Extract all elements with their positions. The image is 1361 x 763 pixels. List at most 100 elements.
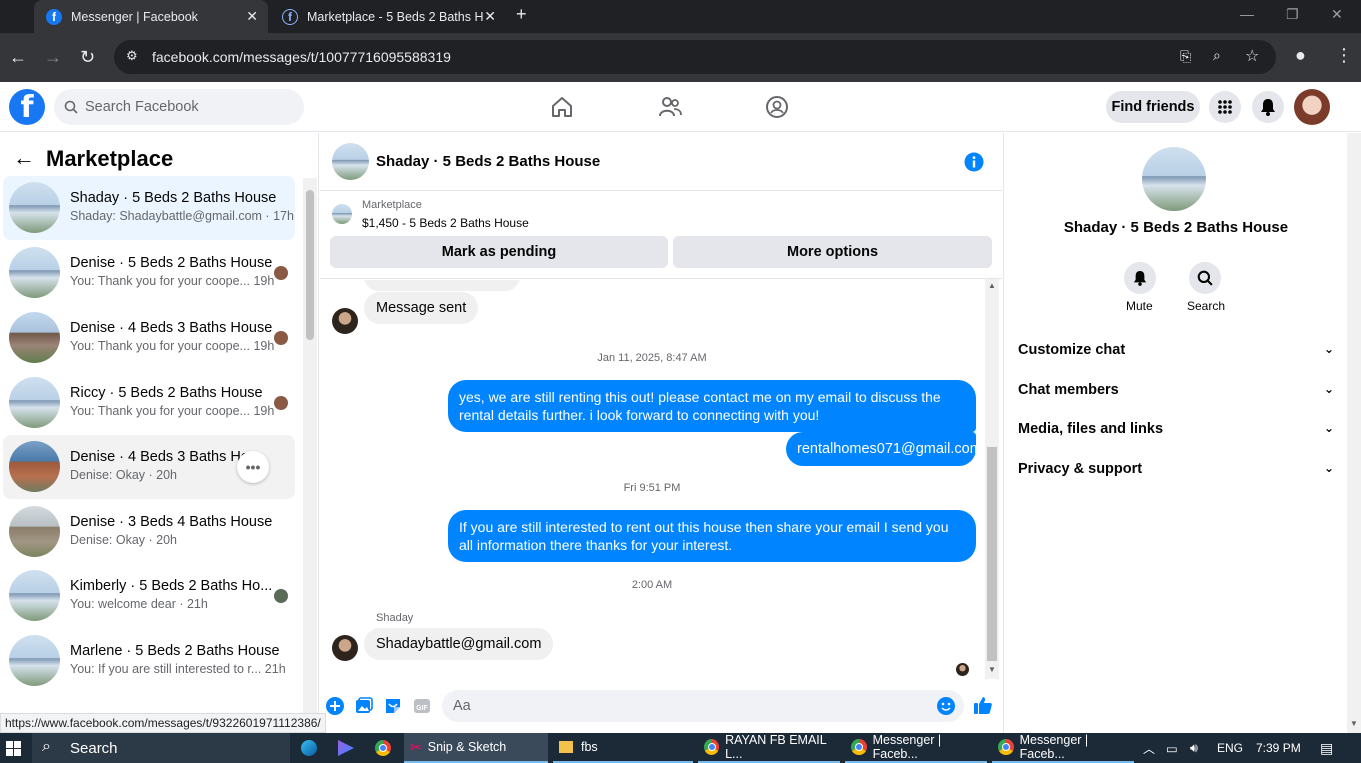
more-options-button[interactable]: More options	[673, 236, 992, 268]
battery-icon[interactable]: ▭	[1166, 733, 1178, 763]
home-icon[interactable]	[549, 94, 575, 120]
conversation-item[interactable]: Kimberly · 5 Beds 2 Baths Ho... You: wel…	[3, 564, 295, 628]
profile-icon[interactable]: ●	[1295, 45, 1306, 66]
menu-grid-button[interactable]	[1209, 91, 1241, 123]
url-text[interactable]: facebook.com/messages/t/1007771609558831…	[152, 49, 451, 65]
taskbar-app-chrome-1[interactable]: RAYAN FB EMAIL L...	[698, 733, 840, 763]
friends-icon[interactable]	[657, 94, 683, 120]
address-bar-row: ← → ↻ ⚙ facebook.com/messages/t/10077716…	[0, 33, 1361, 82]
search-facebook-input[interactable]: Search Facebook	[54, 89, 304, 125]
site-info-icon[interactable]: ⚙	[126, 48, 138, 64]
taskbar-app-chrome-2[interactable]: Messenger | Faceb...	[845, 733, 987, 763]
back-icon[interactable]: ←	[9, 47, 27, 68]
notifications-button[interactable]	[1252, 91, 1284, 123]
like-thumb-icon[interactable]	[973, 695, 993, 715]
thread-scrollbar[interactable]: ▲ ▼	[985, 279, 999, 679]
groups-icon[interactable]	[764, 94, 790, 120]
timestamp: Jan 11, 2025, 8:47 AM	[597, 352, 707, 364]
reload-icon[interactable]: ↻	[80, 47, 95, 68]
omnibox[interactable]: ⚙ facebook.com/messages/t/10077716095588…	[114, 40, 1276, 74]
conversation-item[interactable]: Shaday · 5 Beds 2 Baths House Shaday: Sh…	[3, 176, 295, 240]
customize-chat-row[interactable]: Customize chat ⌄	[1018, 342, 1334, 364]
message-composer: GIF Aa	[320, 685, 1002, 733]
more-actions-icon[interactable]: •••	[237, 451, 269, 483]
scroll-thumb[interactable]	[306, 190, 314, 340]
chat-members-row[interactable]: Chat members ⌄	[1018, 382, 1334, 404]
photo-icon[interactable]	[355, 697, 373, 715]
mute-button[interactable]	[1124, 262, 1156, 294]
chrome-menu-icon[interactable]: ⋮	[1335, 45, 1353, 66]
taskbar-app-snip-sketch[interactable]: ✂ Snip & Sketch	[404, 733, 548, 763]
message-input[interactable]: Aa	[442, 690, 964, 722]
chrome-taskbar-icon[interactable]	[375, 740, 397, 756]
taskbar-app-fbs[interactable]: fbs	[553, 733, 693, 763]
volume-icon[interactable]: 🔊︎	[1190, 733, 1198, 763]
close-tab-icon[interactable]: ✕	[484, 8, 496, 25]
chat-title[interactable]: Shaday · 5 Beds 2 Baths House	[376, 153, 600, 170]
windows-taskbar: ⌕ Search ✂ Snip & Sketch fbs RAYAN FB EMA…	[0, 733, 1361, 763]
sent-message-bubble: yes, we are still renting this out! plea…	[448, 380, 976, 432]
conversation-item[interactable]: Denise · 3 Beds 4 Baths House Denise: Ok…	[3, 500, 295, 564]
media-files-links-row[interactable]: Media, files and links ⌄	[1018, 421, 1334, 443]
read-receipt-avatar	[274, 331, 288, 345]
svg-text:GIF: GIF	[416, 705, 428, 712]
gif-icon[interactable]: GIF	[413, 697, 431, 715]
listing-thumbnail	[332, 204, 352, 224]
tab-messenger[interactable]: f Messenger | Facebook ✕	[34, 0, 268, 33]
marketplace-chat-list: ← Marketplace Shaday · 5 Beds 2 Baths Ho…	[0, 133, 319, 733]
scroll-down-icon[interactable]: ▼	[1350, 719, 1358, 728]
conversation-item[interactable]: Denise · 4 Beds 3 Baths House You: Thank…	[3, 306, 295, 370]
tab-marketplace[interactable]: f Marketplace - 5 Beds 2 Baths H ✕	[270, 0, 506, 33]
conversation-item[interactable]: Denise · 5 Beds 2 Baths House You: Thank…	[3, 241, 295, 305]
forward-icon[interactable]: →	[44, 47, 62, 68]
scroll-down-icon[interactable]: ▼	[988, 665, 996, 674]
conversation-item[interactable]: Marlene · 5 Beds 2 Baths House You: If y…	[3, 629, 295, 693]
conversation-item[interactable]: Riccy · 5 Beds 2 Baths House You: Thank …	[3, 371, 295, 435]
clock[interactable]: 7:39 PM	[1256, 733, 1301, 763]
info-icon[interactable]	[964, 152, 984, 172]
profile-name: Shaday · 5 Beds 2 Baths House	[1063, 219, 1289, 236]
language-indicator[interactable]: ENG	[1217, 733, 1243, 763]
notification-center-icon[interactable]: ▤	[1320, 733, 1333, 763]
windows-start-icon[interactable]	[6, 741, 21, 756]
listing-thumbnail	[9, 377, 60, 428]
tray-overflow-icon[interactable]: ︿	[1143, 733, 1155, 763]
privacy-support-row[interactable]: Privacy & support ⌄	[1018, 461, 1334, 483]
restore-icon[interactable]: ❐	[1286, 6, 1299, 23]
search-conversation-button[interactable]	[1189, 262, 1221, 294]
copilot-icon[interactable]	[338, 740, 354, 756]
sticker-icon[interactable]	[384, 697, 402, 715]
sender-avatar	[332, 635, 358, 661]
page-scrollbar[interactable]: ▼	[1347, 133, 1361, 733]
new-tab-icon[interactable]: +	[516, 4, 527, 25]
edge-icon[interactable]	[301, 740, 317, 756]
back-arrow-icon[interactable]: ←	[13, 145, 35, 171]
search-icon	[64, 100, 78, 114]
install-app-icon[interactable]: ⎘	[1180, 48, 1191, 65]
chevron-down-icon: ⌄	[1323, 461, 1334, 475]
scroll-up-icon[interactable]: ▲	[988, 281, 996, 290]
zoom-icon[interactable]: ⌕	[1213, 47, 1221, 64]
conversation-item[interactable]: Denise · 4 Beds 3 Baths Hou Denise: Okay…	[3, 435, 295, 499]
account-avatar[interactable]	[1294, 89, 1330, 125]
plus-icon[interactable]	[326, 697, 344, 715]
chrome-icon	[998, 739, 1014, 755]
scroll-thumb[interactable]	[987, 447, 997, 661]
facebook-logo-icon[interactable]: f	[9, 89, 45, 125]
taskbar-app-chrome-3[interactable]: Messenger | Faceb...	[992, 733, 1134, 763]
chat-list-scrollbar[interactable]	[303, 178, 317, 733]
facebook-favicon-icon: f	[282, 8, 298, 25]
chat-avatar[interactable]	[332, 143, 369, 180]
profile-avatar[interactable]	[1142, 147, 1206, 211]
close-tab-icon[interactable]: ✕	[246, 8, 258, 25]
emoji-icon[interactable]	[937, 697, 955, 715]
message-bubble: Is this still available?	[364, 280, 521, 291]
bookmark-star-icon[interactable]: ☆	[1245, 46, 1259, 66]
message-thread: Is this still available? Message sent Ja…	[320, 280, 984, 685]
listing-price[interactable]: $1,450 - 5 Beds 2 Baths House	[362, 216, 529, 230]
minimize-icon[interactable]: —	[1240, 6, 1254, 22]
mark-as-pending-button[interactable]: Mark as pending	[330, 236, 668, 268]
find-friends-button[interactable]: Find friends	[1106, 91, 1200, 123]
taskbar-search-box[interactable]: ⌕ Search	[32, 733, 290, 763]
close-window-icon[interactable]: ✕	[1331, 6, 1343, 23]
